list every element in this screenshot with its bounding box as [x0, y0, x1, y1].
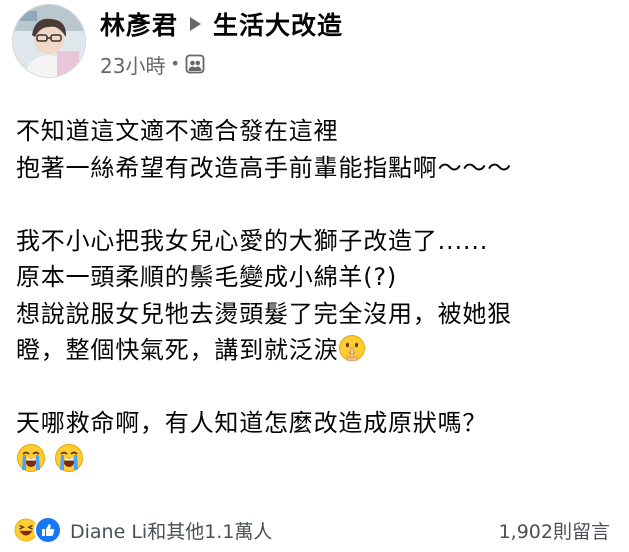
body-line: 瞪，整個快氣死，講到就泛淚	[16, 336, 339, 364]
paragraph-2: 我不小心把我女兒心愛的大獅子改造了...... 原本一頭柔順的鬃毛變成小綿羊(?…	[16, 223, 616, 369]
body-line: 我不小心把我女兒心愛的大獅子改造了......	[16, 226, 489, 255]
body-line: 不知道這文適不適合發在這裡	[16, 117, 339, 145]
post-heading: 林彥君 生活大改造 23小時 •	[100, 4, 600, 79]
post-header: 林彥君 生活大改造 23小時 •	[12, 4, 617, 82]
avatar[interactable]	[12, 4, 86, 78]
meta-separator: •	[170, 54, 180, 73]
post-body: 不知道這文適不適合發在這裡 抱著一絲希望有改造高手前輩能指點啊～～～ 我不小心把…	[16, 113, 616, 478]
post-footer: Diane Li和其他1.1萬人 1,902則留言	[12, 514, 610, 546]
body-line: 想說說服女兒牠去燙頭髮了完全沒用，被她狠	[16, 299, 512, 328]
comment-count[interactable]: 1,902則留言	[499, 517, 610, 544]
group-icon	[185, 54, 205, 74]
paragraph-1: 不知道這文適不適合發在這裡 抱著一絲希望有改造高手前輩能指點啊～～～	[16, 113, 616, 186]
triangle-right-icon	[190, 17, 202, 31]
reaction-count-text[interactable]: Diane Li和其他1.1萬人	[70, 517, 272, 544]
reaction-summary[interactable]: Diane Li和其他1.1萬人	[12, 516, 272, 544]
loudly-crying-face-icon	[17, 443, 45, 472]
emoji-line	[16, 442, 616, 479]
paragraph-3: 天哪救命啊，有人知道怎麼改造成原狀嗎？	[16, 405, 616, 478]
body-line-with-emoji: 瞪，整個快氣死，講到就泛淚	[16, 332, 616, 369]
like-reaction-icon	[34, 516, 62, 544]
group-name[interactable]: 生活大改造	[213, 6, 343, 42]
title-line: 林彥君 生活大改造	[100, 4, 600, 44]
shushing-face-icon	[339, 335, 366, 362]
body-line: 抱著一絲希望有改造高手前輩能指點啊～～～	[16, 153, 512, 182]
body-line: 原本一頭柔順的鬃毛變成小綿羊(?)	[16, 263, 398, 291]
post-meta: 23小時 •	[100, 49, 600, 79]
author-name[interactable]: 林彥君	[100, 6, 178, 42]
post-time[interactable]: 23小時	[100, 50, 165, 79]
loudly-crying-face-icon	[55, 443, 84, 472]
body-line: 天哪救命啊，有人知道怎麼改造成原狀嗎？	[16, 409, 488, 437]
